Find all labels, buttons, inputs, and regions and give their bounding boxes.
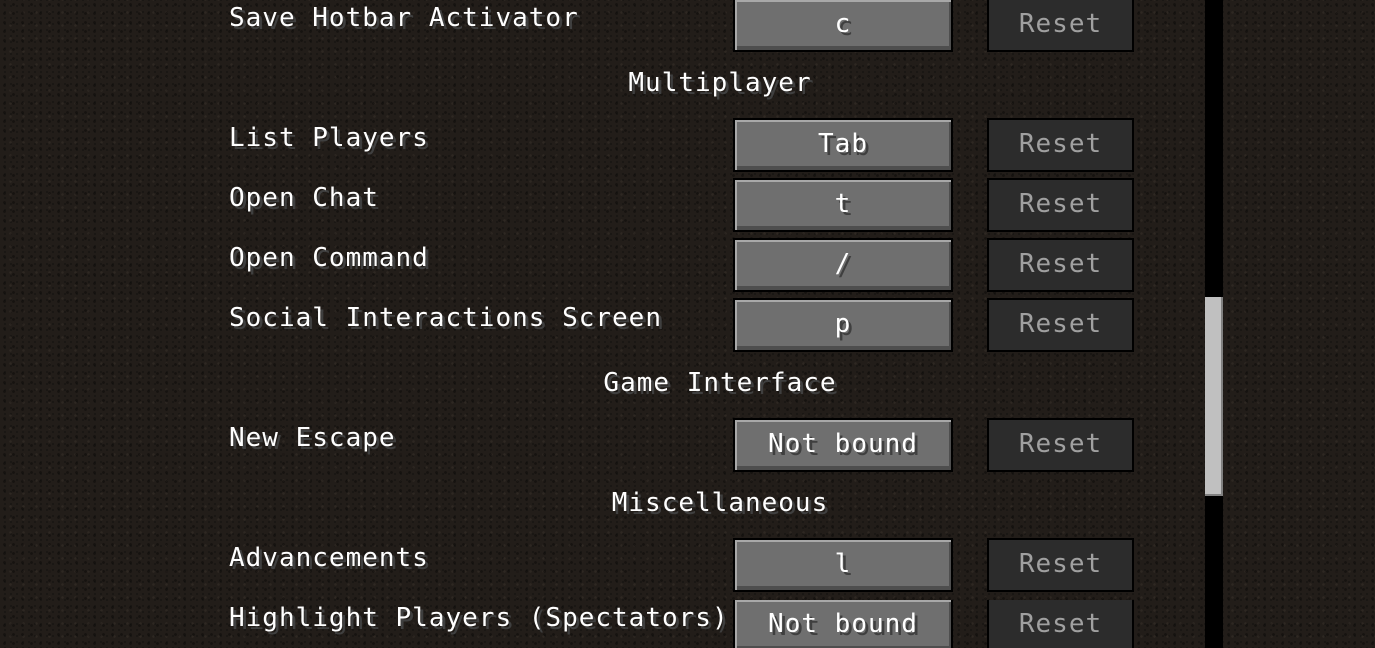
keybind-row-save-hotbar-activator: Save Hotbar Activator c Reset (0, 0, 1375, 60)
keybind-row-social-interactions-screen: Social Interactions Screen p Reset (0, 298, 1375, 360)
reset-button-social-interactions-screen: Reset (987, 298, 1134, 352)
key-button-advancements[interactable]: l (733, 538, 953, 592)
category-heading-multiplayer: Multiplayer (628, 68, 812, 98)
keybind-row-open-chat: Open Chat t Reset (0, 178, 1375, 240)
reset-button-new-escape: Reset (987, 418, 1134, 472)
scrollbar-thumb[interactable] (1205, 297, 1223, 496)
keybind-label: Social Interactions Screen (229, 303, 662, 333)
keybind-row-open-command: Open Command / Reset (0, 238, 1375, 300)
key-button-highlight-players[interactable]: Not bound (733, 600, 953, 648)
key-button-save-hotbar-activator[interactable]: c (733, 0, 953, 52)
keybind-label: Open Chat (229, 183, 379, 213)
key-button-open-command[interactable]: / (733, 238, 953, 292)
keybind-list[interactable]: Save Hotbar Activator c Reset Multiplaye… (0, 0, 1375, 648)
reset-button-list-players: Reset (987, 118, 1134, 172)
keybind-label: Advancements (229, 543, 429, 573)
key-button-list-players[interactable]: Tab (733, 118, 953, 172)
keybind-row-list-players: List Players Tab Reset (0, 118, 1375, 180)
keybind-row-advancements: Advancements l Reset (0, 538, 1375, 600)
keybind-label: New Escape (229, 423, 396, 453)
reset-button-highlight-players: Reset (987, 600, 1134, 648)
category-heading-miscellaneous: Miscellaneous (611, 488, 829, 518)
category-heading-game-interface: Game Interface (603, 368, 837, 398)
key-button-social-interactions-screen[interactable]: p (733, 298, 953, 352)
keybind-row-highlight-players: Highlight Players (Spectators) Not bound… (0, 600, 1375, 648)
keybind-label: Open Command (229, 243, 429, 273)
reset-button-advancements: Reset (987, 538, 1134, 592)
reset-button-open-chat: Reset (987, 178, 1134, 232)
keybind-row-new-escape: New Escape Not bound Reset (0, 418, 1375, 480)
key-button-open-chat[interactable]: t (733, 178, 953, 232)
key-button-new-escape[interactable]: Not bound (733, 418, 953, 472)
keybind-label: Highlight Players (Spectators) (229, 603, 729, 633)
reset-button-save-hotbar-activator: Reset (987, 0, 1134, 52)
reset-button-open-command: Reset (987, 238, 1134, 292)
keybind-label: Save Hotbar Activator (229, 3, 579, 33)
keybind-label: List Players (229, 123, 429, 153)
